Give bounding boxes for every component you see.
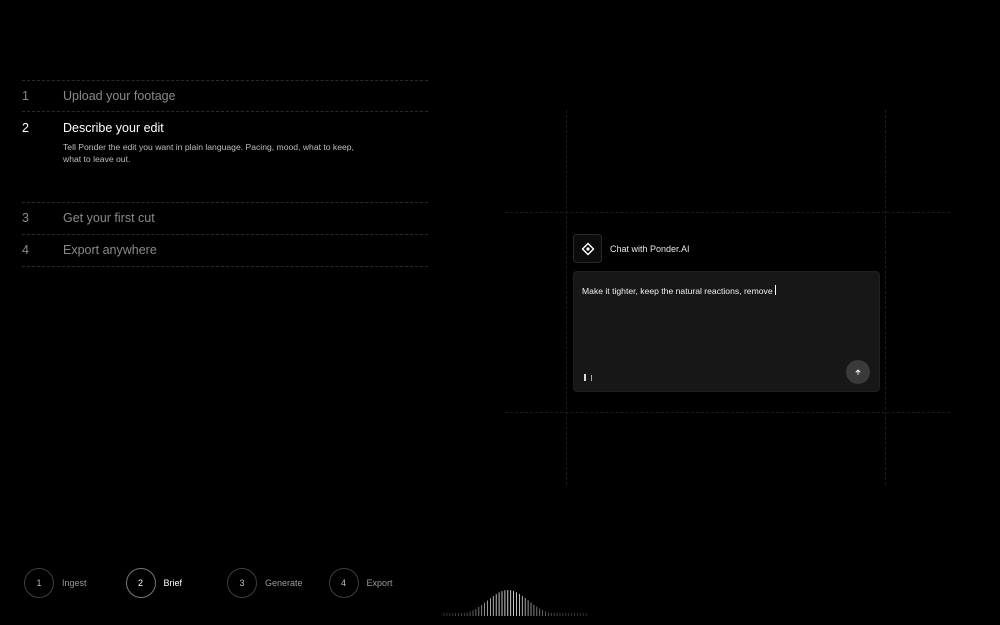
step-title: Upload your footage: [63, 89, 176, 103]
step-title: Export anywhere: [63, 243, 157, 257]
stepper-item-generate[interactable]: 3 Generate: [227, 568, 329, 598]
stepper-item-brief[interactable]: 2 Brief: [125, 568, 228, 598]
arrow-up-icon: [855, 369, 861, 375]
stepper-circle: 1: [24, 568, 54, 598]
chat-header: Chat with Ponder.AI: [573, 234, 690, 263]
text-cursor-icon[interactable]: [584, 374, 586, 381]
step-description: Tell Ponder the edit you want in plain l…: [63, 142, 354, 164]
step-upload[interactable]: 1 Upload your footage: [22, 80, 428, 111]
chat-input[interactable]: Make it tighter, keep the natural reacti…: [573, 271, 880, 392]
page: 1 Upload your footage 2 Describe your ed…: [0, 0, 1000, 625]
info-icon[interactable]: [590, 374, 592, 381]
stepper-label: Export: [366, 578, 393, 588]
chat-input-text[interactable]: Make it tighter, keep the natural reacti…: [582, 285, 776, 296]
progress-stepper: 1 Ingest 2 Brief 3 Generate 4 Export: [24, 568, 430, 598]
step-number: 4: [22, 243, 29, 257]
steps-list: 1 Upload your footage 2 Describe your ed…: [22, 80, 428, 267]
grid-line: [505, 412, 950, 413]
chat-input-value: Make it tighter, keep the natural reacti…: [582, 286, 773, 296]
stepper-label: Ingest: [62, 578, 87, 588]
stepper-circle: 2: [125, 568, 156, 598]
stepper-circle: 4: [328, 568, 359, 598]
step-number: 2: [22, 121, 29, 135]
stepper-circle: 3: [227, 568, 257, 598]
stepper-item-export[interactable]: 4 Export: [328, 568, 431, 598]
step-describe[interactable]: 2 Describe your edit Tell Ponder the edi…: [22, 111, 428, 202]
stepper-label: Brief: [163, 578, 183, 588]
grid-line: [505, 212, 950, 213]
text-caret: [774, 285, 776, 295]
input-tools: [584, 374, 592, 381]
step-number: 1: [22, 89, 29, 103]
send-button[interactable]: [846, 360, 870, 384]
stepper-label: Generate: [265, 578, 303, 588]
waveform-graphic: [443, 590, 587, 616]
ponder-logo-icon: [573, 234, 602, 263]
grid-line: [885, 110, 886, 485]
step-title: Describe your edit: [63, 121, 164, 135]
stepper-item-ingest[interactable]: 1 Ingest: [24, 568, 126, 598]
step-number: 3: [22, 211, 29, 225]
step-first-cut[interactable]: 3 Get your first cut: [22, 202, 428, 234]
grid-line: [566, 110, 567, 485]
step-export[interactable]: 4 Export anywhere: [22, 234, 428, 267]
chat-title: Chat with Ponder.AI: [610, 243, 690, 254]
step-title: Get your first cut: [63, 211, 155, 225]
